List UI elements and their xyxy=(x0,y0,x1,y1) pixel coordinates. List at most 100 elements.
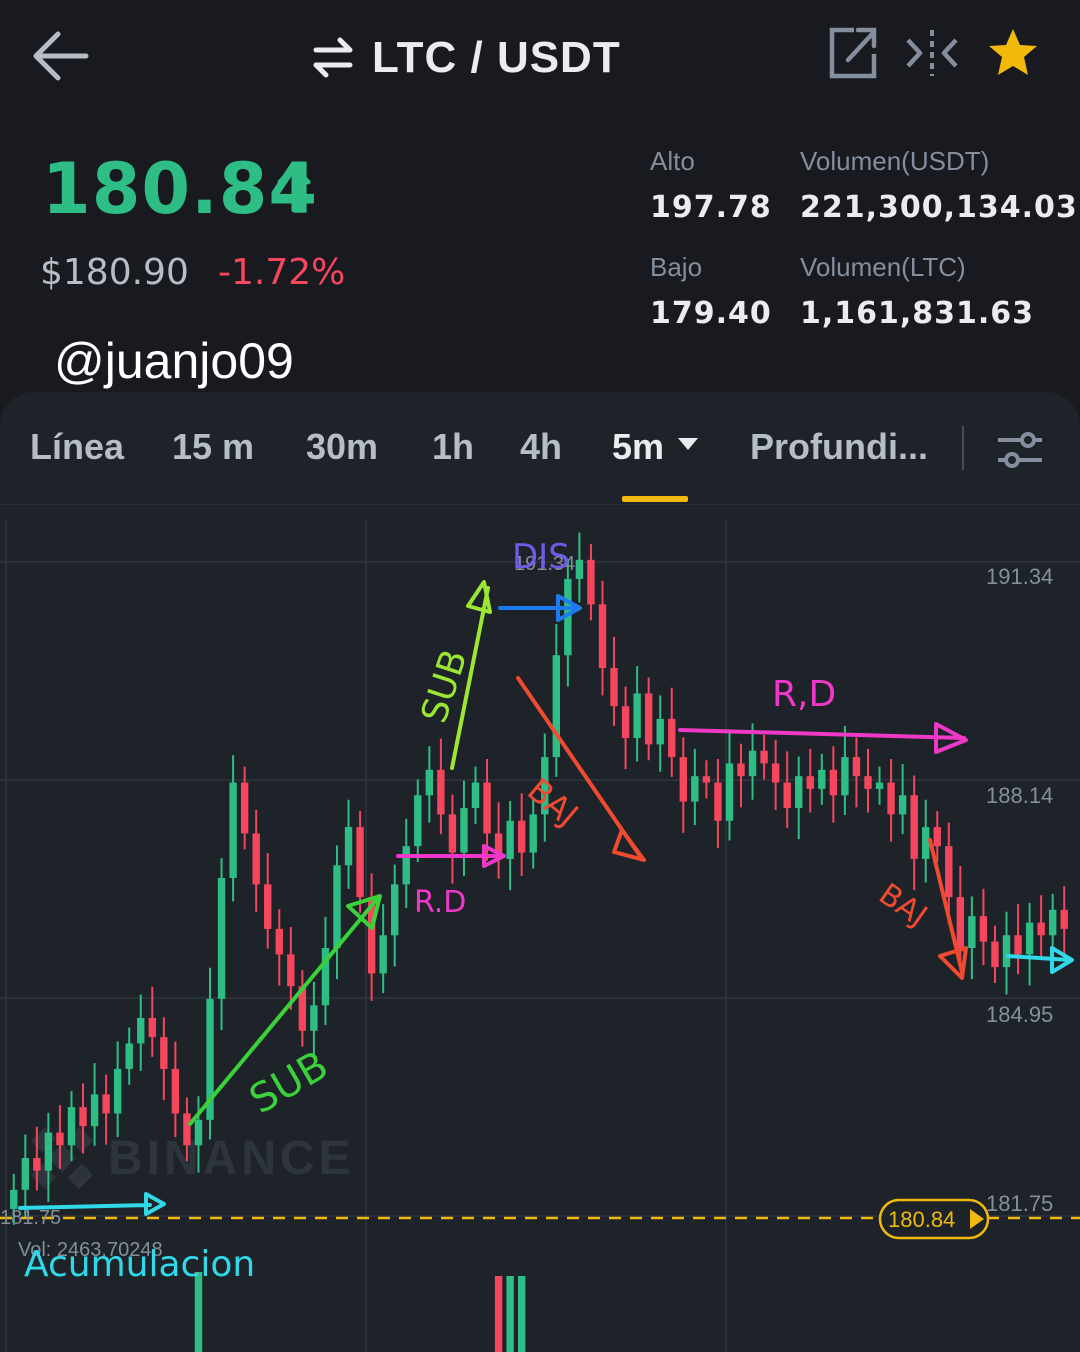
candle xyxy=(379,935,387,974)
tab-line[interactable]: Línea xyxy=(30,426,124,468)
candle xyxy=(691,776,699,802)
candle xyxy=(748,750,757,777)
annotation-text: R,D xyxy=(772,674,836,715)
tab-30m[interactable]: 30m xyxy=(306,426,378,468)
usd-price: $180.90 xyxy=(40,252,189,293)
candle xyxy=(922,827,930,859)
volume-bar xyxy=(506,1276,514,1352)
candle xyxy=(1037,922,1045,936)
candle xyxy=(668,718,676,758)
candle xyxy=(887,782,895,815)
candle xyxy=(229,782,237,878)
candle xyxy=(33,1158,41,1171)
candle xyxy=(425,769,434,796)
current-price-tag[interactable]: 180.84 xyxy=(878,1198,990,1240)
compare-icon[interactable] xyxy=(904,26,960,80)
candle xyxy=(275,928,283,955)
candle xyxy=(102,1094,110,1114)
volume-bar xyxy=(494,1276,503,1352)
candle xyxy=(402,846,410,885)
candlestick-chart[interactable]: BINANCE 191.34 188.14 184.95 181.75 180.… xyxy=(0,508,1080,1352)
annotation-text: SUB xyxy=(242,1042,336,1123)
candle xyxy=(148,1018,156,1038)
candle xyxy=(67,1107,76,1146)
volume-ltc-label: Volumen(LTC) xyxy=(800,252,966,282)
candle xyxy=(56,1132,64,1146)
candle xyxy=(771,763,780,783)
candle xyxy=(818,769,826,789)
settings-sliders-icon[interactable] xyxy=(996,430,1044,470)
candle xyxy=(587,559,595,605)
candle xyxy=(310,1005,318,1031)
candle xyxy=(852,757,861,777)
candle xyxy=(90,1094,99,1127)
candle xyxy=(795,776,803,808)
candle xyxy=(656,718,664,745)
candle xyxy=(264,884,272,929)
candle xyxy=(702,776,711,783)
annotation-text: Acumulacion xyxy=(24,1244,255,1285)
candle xyxy=(725,763,734,821)
pair-selector[interactable]: LTC / USDT xyxy=(310,28,621,88)
candle xyxy=(252,833,260,885)
candle xyxy=(125,1043,133,1069)
candle xyxy=(517,820,526,853)
candle xyxy=(714,782,722,821)
candle xyxy=(679,757,687,802)
candle xyxy=(783,782,791,808)
candle xyxy=(875,782,884,789)
candle xyxy=(864,776,872,789)
candle xyxy=(644,693,653,745)
left-price-label: 181.75 xyxy=(0,1207,61,1229)
interval-tabs: Línea 15 m 30m 1h 4h 5m Profundi... xyxy=(0,392,1080,505)
candle xyxy=(1060,909,1068,929)
expand-icon[interactable] xyxy=(828,26,878,80)
candle xyxy=(240,782,249,834)
candle xyxy=(806,776,814,789)
tab-depth[interactable]: Profundi... xyxy=(750,426,928,468)
candle xyxy=(183,1113,191,1146)
candle xyxy=(760,750,768,764)
candle xyxy=(979,916,988,942)
candle xyxy=(483,782,491,834)
current-price-tag-text: 180.84 xyxy=(888,1207,955,1232)
pair-title: LTC / USDT xyxy=(372,33,621,82)
candle xyxy=(575,559,584,579)
annotation-text: BAJ xyxy=(872,877,933,934)
candle xyxy=(217,878,226,999)
candle xyxy=(79,1107,87,1127)
tab-15m[interactable]: 15 m xyxy=(172,426,254,468)
candle xyxy=(841,757,849,796)
tab-5m[interactable]: 5m xyxy=(612,426,664,468)
candle xyxy=(44,1132,53,1171)
candle xyxy=(448,814,457,853)
y-tick-label: 184.95 xyxy=(986,1002,1053,1027)
candle xyxy=(194,1119,203,1146)
candle xyxy=(529,814,537,853)
candle xyxy=(910,795,918,859)
candle xyxy=(471,782,480,808)
ticker-summary: 180.84 $180.90 -1.72% Alto 197.78 Bajo 1… xyxy=(0,118,1080,390)
back-arrow-icon[interactable] xyxy=(30,28,90,84)
top-actions xyxy=(828,26,1040,80)
active-tab-indicator xyxy=(622,496,688,502)
tab-4h[interactable]: 4h xyxy=(520,426,562,468)
annotation-text: DIS xyxy=(512,537,570,577)
candle xyxy=(460,808,468,853)
star-icon[interactable] xyxy=(986,26,1040,80)
arrow-up-icon xyxy=(277,165,311,213)
top-bar: LTC / USDT xyxy=(0,0,1080,118)
candle xyxy=(160,1037,168,1069)
candle xyxy=(1002,935,1011,968)
chevron-down-icon[interactable] xyxy=(678,438,698,452)
candle xyxy=(991,941,999,968)
candles xyxy=(10,532,1068,1225)
candle xyxy=(171,1068,180,1114)
candle xyxy=(633,693,641,738)
tab-1h[interactable]: 1h xyxy=(432,426,474,468)
candle xyxy=(21,1158,30,1190)
candle xyxy=(287,954,295,987)
candle xyxy=(1014,935,1022,955)
candle xyxy=(391,884,399,936)
candle xyxy=(956,897,965,948)
